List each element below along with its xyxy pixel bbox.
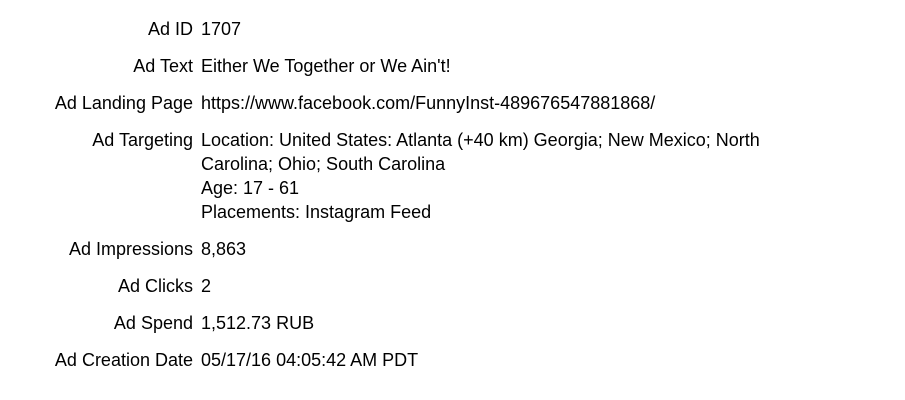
field-label: Ad Clicks [117,276,193,296]
field-ad-clicks: Ad Clicks 2 [0,274,905,298]
field-value: 1707 [193,17,905,41]
field-value: Either We Together or We Ain't! [193,54,905,78]
field-value: 05/17/16 04:05:42 AM PDT [193,348,905,372]
field-label: Ad Targeting [92,130,193,150]
field-value: 8,863 [193,237,905,261]
value-line: 8,863 [201,239,247,259]
field-label: Ad Text [133,56,193,76]
field-label: Ad Landing Page [54,93,193,113]
landing-page-url: https://www.facebook.com/FunnyInst-48967… [201,93,656,113]
field-value: 1,512.73 RUB [193,311,905,335]
ad-record: Ad ID 1707 Ad Text Either We Together or… [0,17,905,385]
targeting-age-line: Age: 17 - 61 [201,178,300,198]
field-ad-id: Ad ID 1707 [0,17,905,41]
targeting-location-line: Location: United States: Atlanta (+40 km… [201,130,760,150]
field-ad-landing-page: Ad Landing Page https://www.facebook.com… [0,91,905,115]
value-line: 2 [201,276,212,296]
targeting-location-line: Carolina; Ohio; South Carolina [201,154,446,174]
value-line: 1707 [201,19,242,39]
field-ad-spend: Ad Spend 1,512.73 RUB [0,311,905,335]
field-ad-impressions: Ad Impressions 8,863 [0,237,905,261]
field-label: Ad ID [147,19,193,39]
value-line: Either We Together or We Ain't! [201,56,451,76]
field-value: Location: United States: Atlanta (+40 km… [193,128,905,224]
targeting-placements-line: Placements: Instagram Feed [201,202,432,222]
field-ad-creation-date: Ad Creation Date 05/17/16 04:05:42 AM PD… [0,348,905,372]
field-label: Ad Impressions [68,239,193,259]
field-label: Ad Spend [113,313,193,333]
field-ad-targeting: Ad Targeting Location: United States: At… [0,128,905,224]
field-ad-text: Ad Text Either We Together or We Ain't! [0,54,905,78]
field-value: 2 [193,274,905,298]
field-label: Ad Creation Date [54,350,193,370]
value-line: 05/17/16 04:05:42 AM PDT [201,350,419,370]
value-line: 1,512.73 RUB [201,313,315,333]
field-value: https://www.facebook.com/FunnyInst-48967… [193,91,905,115]
